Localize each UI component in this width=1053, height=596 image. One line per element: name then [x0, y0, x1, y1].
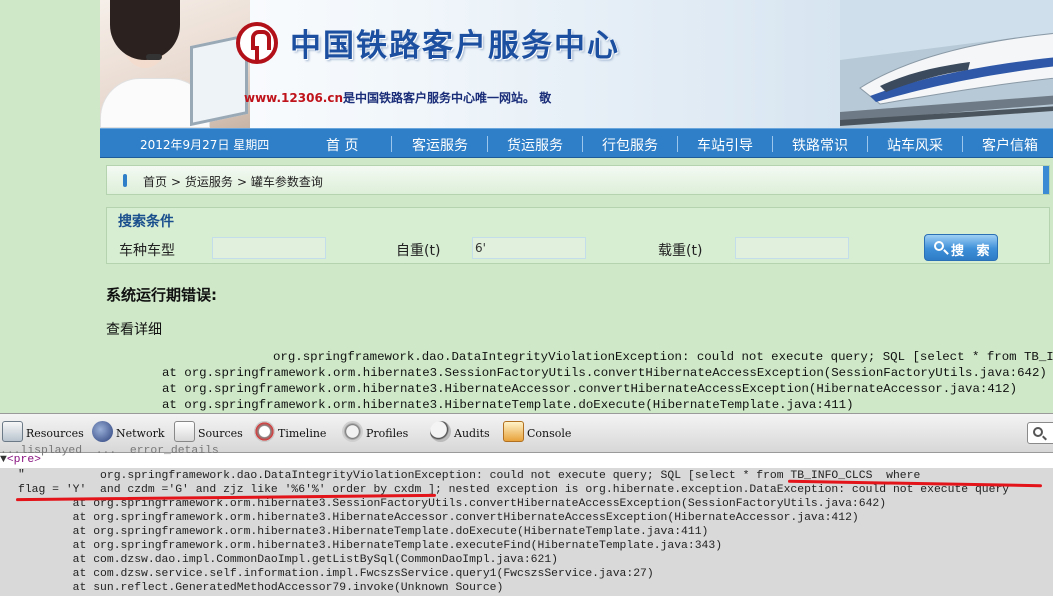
main-nav: 2012年9月27日 星期四 首 页 客运服务 货运服务 行包服务 车站引导 铁…	[100, 128, 1053, 158]
site-banner: 中国铁路客户服务中心 www.12306.cn是中国铁路客户服务中心唯一网站。 …	[0, 0, 1053, 128]
timeline-icon	[254, 421, 275, 442]
trace-line: org.springframework.dao.DataIntegrityVio…	[273, 350, 1053, 364]
nav-item-home[interactable]: 首 页	[326, 135, 358, 155]
load-weight-label: 载重(t)	[658, 243, 703, 259]
devtools-trace-line: org.springframework.dao.DataIntegrityVio…	[18, 470, 921, 482]
devtools-search-input[interactable]	[1027, 422, 1053, 444]
nav-item-freight[interactable]: 货运服务	[507, 135, 563, 155]
car-type-input[interactable]	[212, 237, 326, 259]
car-type-label: 车种车型	[119, 243, 175, 259]
audits-icon	[430, 421, 451, 442]
site-tagline: www.12306.cn是中国铁路客户服务中心唯一网站。 敬	[244, 89, 551, 106]
devtools-trace-line: at org.springframework.orm.hibernate3.Hi…	[18, 526, 709, 538]
breadcrumb: 首页 > 货运服务 > 罐车参数查询	[106, 165, 1050, 195]
console-icon	[503, 421, 524, 442]
trace-line: at org.springframework.orm.hibernate3.Hi…	[162, 382, 1018, 396]
devtools-trace-line: at org.springframework.orm.hibernate3.Hi…	[18, 540, 723, 552]
site-title: 中国铁路客户服务中心	[290, 28, 620, 64]
breadcrumb-current: > 罐车参数查询	[237, 175, 323, 189]
network-icon	[92, 421, 113, 442]
china-railway-logo-icon	[236, 22, 278, 64]
expand-triangle-icon[interactable]: ▼	[0, 454, 7, 466]
devtools-trace-line: at org.springframework.orm.hibernate3.Hi…	[18, 512, 859, 524]
search-conditions-panel: 搜索条件 车种车型 自重(t) 载重(t) 搜 索	[106, 207, 1050, 264]
tagline-text: 是中国铁路客户服务中心唯一网站。 敬	[343, 91, 552, 105]
trace-line: at org.springframework.orm.hibernate3.Hi…	[162, 398, 854, 412]
search-button-label: 搜 索	[951, 244, 994, 259]
nav-item-passenger[interactable]: 客运服务	[412, 135, 468, 155]
devtools-trace-line: at com.dzsw.service.self.information.imp…	[18, 568, 654, 580]
search-panel-title: 搜索条件	[118, 214, 174, 230]
tare-weight-input[interactable]	[472, 237, 586, 259]
tare-weight-label: 自重(t)	[396, 243, 441, 259]
site-url-link[interactable]: www.12306.cn	[244, 91, 343, 105]
profiles-icon	[342, 421, 363, 442]
high-speed-train-image	[840, 0, 1053, 128]
sources-icon	[174, 421, 195, 442]
devtools-trace-line: at sun.reflect.GeneratedMethodAccessor79…	[18, 582, 504, 594]
error-heading: 系统运行期错误:	[106, 286, 217, 304]
nav-item-luggage[interactable]: 行包服务	[602, 135, 658, 155]
nav-item-station-guide[interactable]: 车站引导	[697, 135, 753, 155]
web-page: 中国铁路客户服务中心 www.12306.cn是中国铁路客户服务中心唯一网站。 …	[0, 0, 1053, 413]
customer-service-operator-image	[100, 0, 250, 128]
search-button[interactable]: 搜 索	[924, 234, 998, 261]
nav-item-mailbox[interactable]: 客户信箱	[982, 135, 1038, 155]
nav-date: 2012年9月27日 星期四	[140, 138, 270, 152]
search-icon	[934, 241, 944, 251]
view-details-link[interactable]: 查看详细	[106, 319, 162, 339]
resources-icon	[2, 421, 23, 442]
pre-node[interactable]: ▼<pre>	[0, 454, 41, 466]
devtools-panel: Resources Network Sources Timeline Profi…	[0, 413, 1053, 596]
search-icon	[1033, 427, 1043, 437]
breadcrumb-freight[interactable]: > 货运服务	[171, 173, 233, 190]
load-weight-input[interactable]	[735, 237, 849, 259]
nav-item-gallery[interactable]: 站车风采	[887, 135, 943, 155]
devtools-trace-line: flag = 'Y' and czdm ='G' and zjz like '%…	[18, 484, 1010, 496]
breadcrumb-home[interactable]: 首页	[143, 173, 167, 190]
devtools-trace-line: at com.dzsw.dao.impl.CommonDaoImpl.getLi…	[18, 554, 559, 566]
devtools-elements-view: ...lisplayed ... error_details ▼<pre> " …	[0, 445, 1053, 596]
nav-item-railway-knowledge[interactable]: 铁路常识	[792, 135, 848, 155]
trace-line: at org.springframework.orm.hibernate3.Se…	[162, 366, 1047, 380]
